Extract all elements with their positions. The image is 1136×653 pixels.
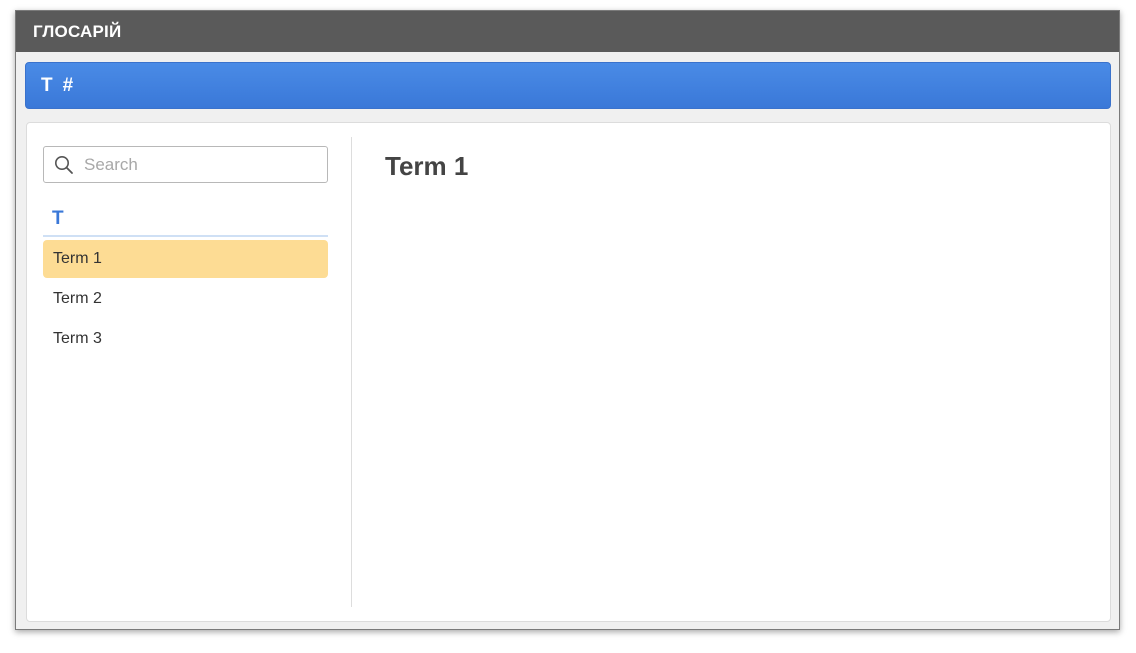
- search-input[interactable]: [82, 153, 316, 176]
- letter-nav-t[interactable]: T: [41, 75, 53, 97]
- letter-nav-bar: T #: [25, 62, 1111, 109]
- term-item-2[interactable]: Term 2: [43, 280, 328, 318]
- group-header-t: T: [43, 205, 328, 237]
- term-item-3[interactable]: Term 3: [43, 320, 328, 358]
- term-item-1[interactable]: Term 1: [43, 240, 328, 278]
- glossary-window: ГЛОСАРІЙ T # T Term 1 Term 2 Term 3: [15, 10, 1120, 630]
- window-title: ГЛОСАРІЙ: [16, 11, 1119, 52]
- search-icon: [54, 155, 74, 175]
- term-list: Term 1 Term 2 Term 3: [43, 240, 328, 360]
- panel-divider: [351, 137, 352, 607]
- term-sidebar: T Term 1 Term 2 Term 3: [43, 137, 328, 607]
- letter-nav-hash[interactable]: #: [63, 75, 74, 97]
- content-panel: T Term 1 Term 2 Term 3 Term 1: [26, 122, 1111, 622]
- term-detail-title: Term 1: [385, 151, 469, 181]
- search-box[interactable]: [43, 146, 328, 183]
